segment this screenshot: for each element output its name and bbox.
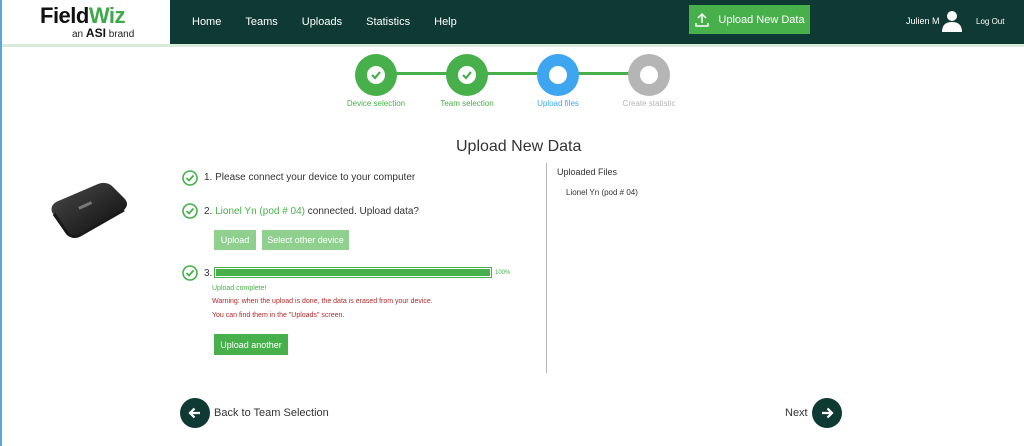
step-label-device-selection: Device selection bbox=[346, 99, 406, 108]
stepper-connector bbox=[577, 72, 629, 75]
uploaded-files-title: Uploaded Files bbox=[557, 167, 618, 177]
gps-pod-device-image bbox=[51, 182, 127, 238]
upload-progress-percent: 100% bbox=[495, 270, 511, 276]
nav-home[interactable]: Home bbox=[192, 16, 221, 28]
step-label-create-statistic: Create statistic bbox=[622, 99, 676, 108]
step3-check-icon bbox=[182, 265, 198, 281]
user-name: Julien M bbox=[906, 16, 940, 26]
step2-check-icon bbox=[182, 203, 198, 219]
uploads-screen-hint: You can find them in the "Uploads" scree… bbox=[212, 312, 345, 319]
header-divider bbox=[2, 44, 1024, 47]
current-step-dot bbox=[549, 66, 567, 84]
upload-new-data-label: Upload New Data bbox=[718, 13, 805, 26]
main-nav: Home Teams Uploads Statistics Help bbox=[192, 0, 481, 44]
step-label-upload-files: Upload files bbox=[537, 99, 579, 108]
upload-progress-fill bbox=[216, 269, 490, 276]
step-label-team-selection: Team selection bbox=[440, 99, 494, 108]
checkmark-icon bbox=[462, 71, 472, 80]
next-label: Next bbox=[785, 407, 808, 419]
nav-help[interactable]: Help bbox=[434, 16, 457, 28]
step-device-selection[interactable] bbox=[355, 54, 397, 96]
step-team-selection[interactable] bbox=[446, 54, 488, 96]
step-upload-files[interactable] bbox=[537, 54, 579, 96]
next-button[interactable]: Next bbox=[785, 398, 842, 428]
step2-text: 2. Lionel Yn (pod # 04) connected. Uploa… bbox=[204, 206, 419, 217]
pending-step-dot bbox=[640, 66, 658, 84]
back-label: Back to Team Selection bbox=[214, 407, 329, 419]
logout-link[interactable]: Log Out bbox=[976, 17, 1004, 26]
upload-warning-message: Warning: when the upload is done, the da… bbox=[212, 298, 433, 305]
upload-another-button[interactable]: Upload another bbox=[214, 334, 288, 355]
page-title: Upload New Data bbox=[456, 138, 582, 155]
step3-text: 3. bbox=[204, 268, 213, 279]
step-create-statistic bbox=[628, 54, 670, 96]
upload-complete-message: Upload complete! bbox=[212, 285, 267, 292]
nav-teams[interactable]: Teams bbox=[245, 16, 277, 28]
panel-divider bbox=[546, 163, 547, 373]
brand-logo[interactable]: FieldWiz an ASI brand bbox=[2, 0, 170, 44]
step1-text: 1. Please connect your device to your co… bbox=[204, 172, 416, 183]
device-name-link[interactable]: Lionel Yn (pod # 04) bbox=[215, 206, 305, 217]
upload-new-data-button[interactable]: Upload New Data bbox=[689, 5, 810, 34]
arrow-right-icon bbox=[821, 407, 834, 419]
uploaded-file-item[interactable]: Lionel Yn (pod # 04) bbox=[566, 188, 638, 197]
stepper-connector bbox=[487, 72, 539, 75]
stepper-connector bbox=[396, 72, 452, 75]
checkmark-icon bbox=[371, 71, 381, 80]
upload-button[interactable]: Upload bbox=[214, 230, 256, 250]
window-frame-edge bbox=[0, 0, 2, 446]
arrow-left-icon bbox=[188, 407, 200, 419]
step1-check-icon bbox=[182, 170, 198, 186]
upload-progress-bar bbox=[214, 267, 492, 278]
logo-tagline: an ASI brand bbox=[72, 26, 135, 40]
nav-statistics[interactable]: Statistics bbox=[366, 16, 410, 28]
back-to-team-selection-button[interactable]: Back to Team Selection bbox=[180, 398, 329, 428]
select-other-device-button[interactable]: Select other device bbox=[262, 230, 349, 250]
user-avatar-icon[interactable] bbox=[940, 9, 964, 33]
upload-icon bbox=[695, 12, 710, 27]
nav-uploads[interactable]: Uploads bbox=[302, 16, 342, 28]
